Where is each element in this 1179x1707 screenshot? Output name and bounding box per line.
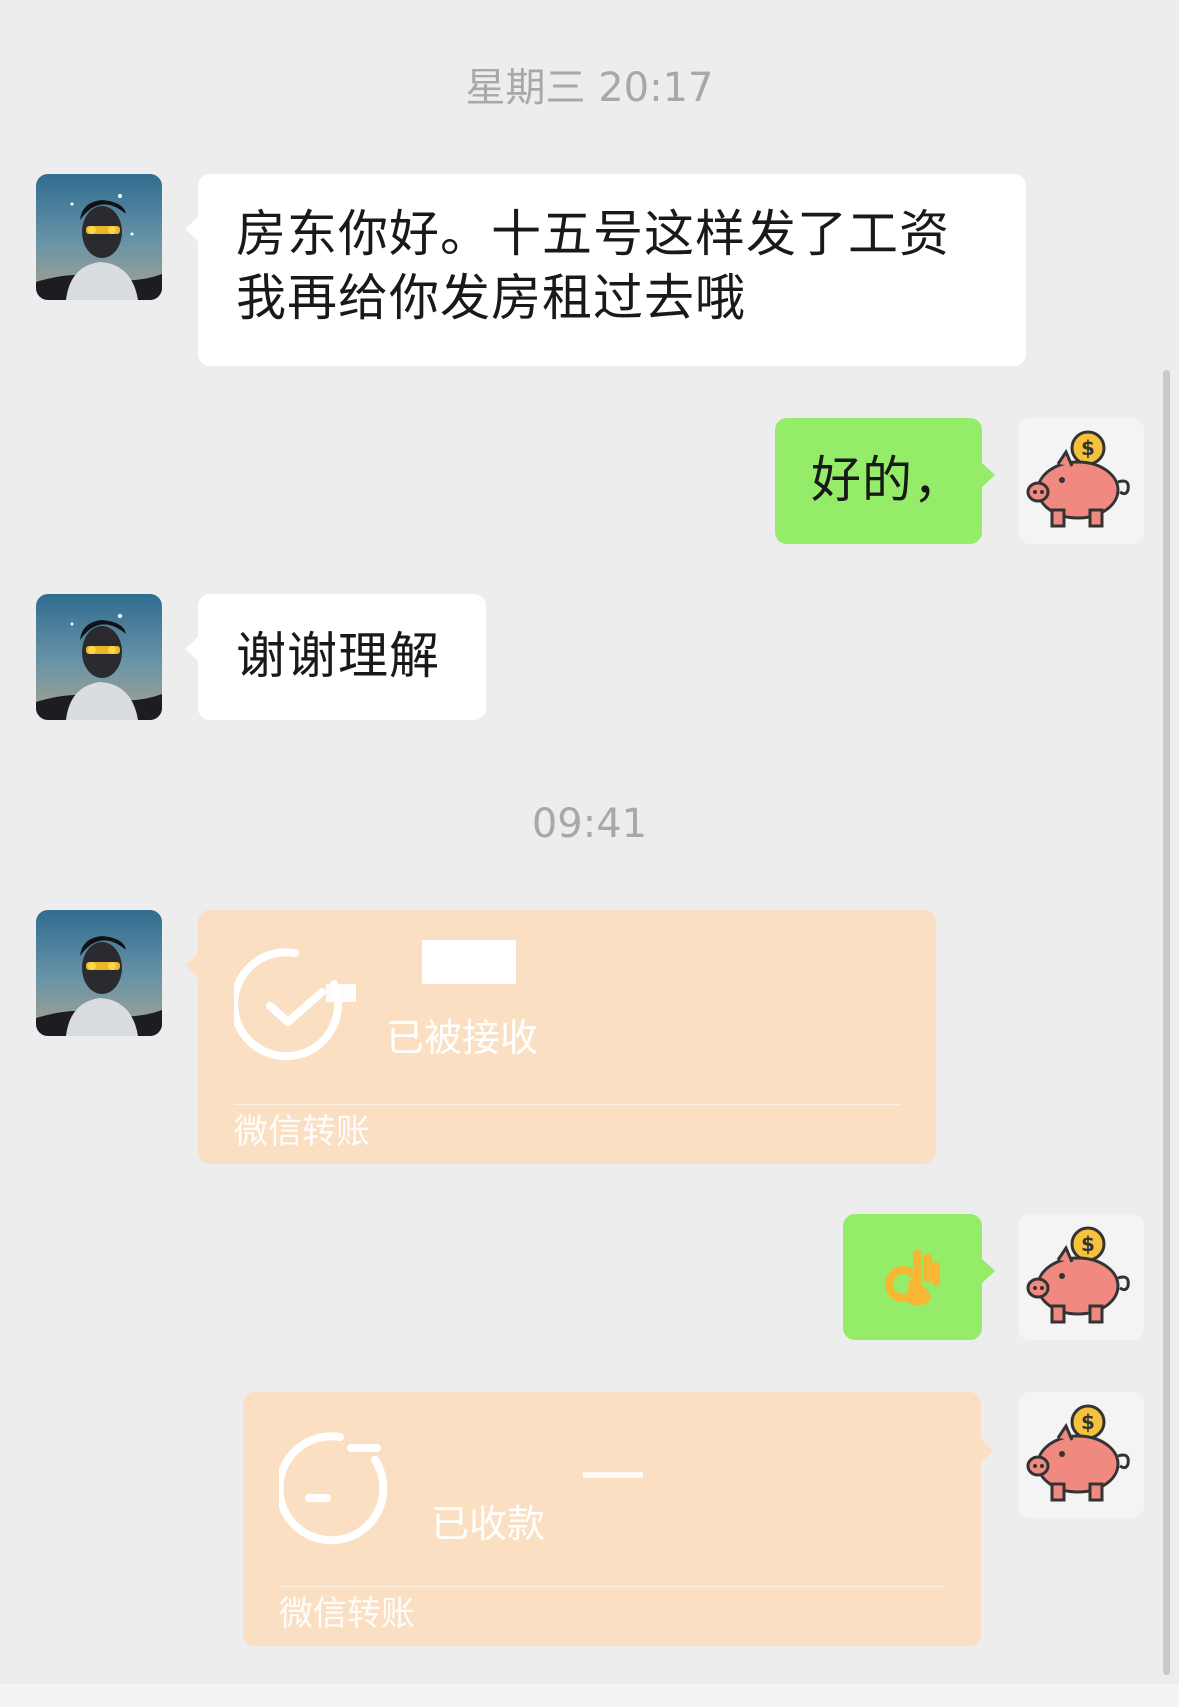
message-bubble-sent[interactable]: 👌 [843, 1214, 995, 1340]
svg-text:$: $ [1081, 1232, 1095, 1256]
bottom-bar [0, 1684, 1179, 1707]
message-text: 谢谢理解 [236, 627, 440, 685]
transfer-card[interactable]: 已被接收 微信转账 [186, 910, 936, 1164]
message-bubble-received[interactable]: 谢谢理解 [185, 594, 486, 720]
message-text-line: 我再给你发房租过去哦 [236, 269, 746, 327]
avatar-self[interactable]: $ [1018, 1214, 1144, 1340]
piggy-bank-icon: $ [1026, 1404, 1130, 1502]
transfer-footer: 微信转账 [279, 1594, 415, 1634]
timestamp-divider: 星期三 20:17 [465, 65, 714, 111]
avatar-landlord[interactable] [36, 910, 162, 1036]
refresh-circle-icon [279, 1432, 388, 1545]
check-circle-icon [234, 948, 356, 1061]
message-bubble-received[interactable]: 房东你好。十五号这样发了工资 我再给你发房租过去哦 [185, 174, 1026, 366]
avatar-landlord[interactable] [36, 174, 162, 300]
avatar-landlord[interactable] [36, 594, 162, 720]
timestamp-divider: 09:41 [531, 801, 648, 847]
amount-redaction [422, 940, 516, 984]
svg-text:$: $ [1081, 436, 1095, 460]
message-text-line: 房东你好。十五号这样发了工资 [236, 205, 950, 263]
bubble-tail [185, 216, 199, 242]
ok-hand-icon [885, 1250, 940, 1306]
bubble-tail [981, 462, 995, 488]
scrollbar[interactable] [1163, 370, 1170, 1675]
bubble-tail [185, 636, 199, 662]
divider [234, 1104, 900, 1105]
avatar-self[interactable]: $ [1018, 418, 1144, 544]
piggy-bank-icon: $ [1026, 430, 1130, 528]
person-silhouette-avatar [36, 910, 162, 1036]
message-text: 好的， [811, 451, 964, 509]
bubble-tail [981, 1258, 995, 1284]
transfer-footer: 微信转账 [234, 1112, 370, 1152]
transfer-status: 已收款 [431, 1502, 546, 1546]
svg-text:$: $ [1081, 1410, 1095, 1434]
transfer-status: 已被接收 [386, 1016, 539, 1060]
amount-redaction [583, 1472, 643, 1478]
bubble-tail [980, 1438, 993, 1464]
person-silhouette-avatar [36, 174, 162, 300]
piggy-bank-icon: $ [1026, 1226, 1130, 1324]
message-bubble-sent[interactable]: 好的， [775, 418, 995, 544]
transfer-card[interactable]: 已收款 微信转账 [243, 1392, 993, 1646]
divider [279, 1586, 945, 1587]
avatar-self[interactable]: $ [1018, 1392, 1144, 1518]
bubble-tail [186, 952, 199, 978]
person-silhouette-avatar [36, 594, 162, 720]
